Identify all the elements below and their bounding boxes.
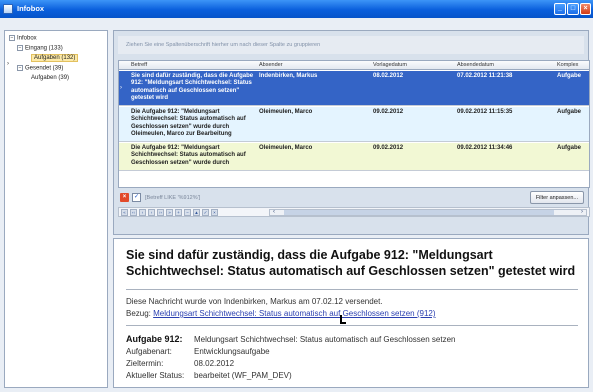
scrollbar-thumb[interactable] (284, 210, 554, 215)
minimize-icon[interactable]: _ (554, 3, 566, 15)
clear-filter-icon[interactable]: × (120, 193, 129, 202)
close-icon[interactable]: × (580, 3, 591, 15)
insert-record-icon[interactable]: + (175, 209, 182, 216)
preview-subject: Sie sind dafür zuständig, dass die Aufga… (126, 248, 576, 278)
table-row[interactable]: › Sie sind dafür zuständig, dass die Auf… (119, 71, 589, 106)
customize-filter-button[interactable]: Filter anpassen... (529, 191, 584, 204)
scroll-left-icon[interactable]: ‹ (273, 209, 275, 215)
prev-record-icon[interactable]: ‹ (139, 209, 146, 216)
tree-item-sent-tasks[interactable]: Aufgaben (39) (31, 75, 69, 81)
tree-item-inbox-tasks[interactable]: Aufgaben (132) (31, 54, 79, 62)
reference-line: Bezug: Meldungsart Schichtwechsel: Statu… (126, 309, 436, 318)
sent-info: Diese Nachricht wurde von Indenbirken, M… (126, 297, 383, 306)
group-by-area[interactable]: Ziehen Sie eine Spaltenüberschrift hierh… (118, 36, 584, 54)
status-value: bearbeitet (WF_PAM_DEV) (194, 371, 292, 380)
column-header-absendedatum[interactable]: Absendedatum (457, 62, 494, 68)
next-page-icon[interactable]: ›› (157, 209, 164, 216)
collapse-icon[interactable]: − (9, 35, 15, 41)
filter-expression: [Betreff LIKE '%912%'] (145, 195, 201, 201)
type-value: Entwicklungsaufgabe (194, 347, 270, 356)
first-record-icon[interactable]: « (121, 209, 128, 216)
column-header-absender[interactable]: Absender (259, 62, 283, 68)
horizontal-scrollbar[interactable]: ‹ › (269, 209, 587, 216)
due-value: 08.02.2012 (194, 359, 235, 368)
filter-bar: × ✓ [Betreff LIKE '%912%'] Filter anpass… (118, 191, 590, 205)
message-grid: Betreff Absender Vorlagedatum Absendedat… (118, 60, 590, 188)
mouse-cursor-icon (340, 315, 346, 324)
row-pointer-icon: › (120, 85, 122, 91)
table-row[interactable]: Die Aufgabe 912: "Meldungsart Schichtwec… (119, 143, 589, 171)
cancel-edit-icon[interactable]: × (211, 209, 218, 216)
folder-tree: › − Infobox − Eingang (133) Aufgaben (132)… (4, 30, 108, 388)
collapse-icon[interactable]: − (17, 45, 23, 51)
scroll-right-icon[interactable]: › (581, 209, 583, 215)
task-value: Meldungsart Schichtwechsel: Status autom… (194, 335, 456, 344)
type-label: Aufgabenart: (126, 347, 172, 356)
reference-link[interactable]: Meldungsart Schichtwechsel: Status autom… (153, 309, 435, 318)
message-preview: Sie sind dafür zuständig, dass die Aufga… (113, 238, 589, 388)
collapse-icon[interactable]: − (17, 65, 23, 71)
task-label: Aufgabe 912: (126, 334, 183, 344)
next-record-icon[interactable]: › (148, 209, 155, 216)
due-label: Zieltermin: (126, 359, 164, 368)
column-header-vorlagedatum[interactable]: Vorlagedatum (373, 62, 407, 68)
edit-record-icon[interactable]: ▲ (193, 209, 200, 216)
table-row[interactable]: Die Aufgabe 912: "Meldungsart Schichtwec… (119, 107, 589, 142)
delete-record-icon[interactable]: − (184, 209, 191, 216)
save-record-icon[interactable]: ✓ (202, 209, 209, 216)
divider (126, 325, 578, 326)
status-label: Aktueller Status: (126, 371, 185, 380)
record-navigator: « ‹‹ ‹ › ›› » + − ▲ ✓ × ‹ › (118, 207, 590, 217)
column-header-betreff[interactable]: Betreff (131, 62, 147, 68)
grid-panel: Ziehen Sie eine Spaltenüberschrift hierh… (113, 30, 590, 235)
tree-arrow-icon: › (7, 61, 9, 67)
last-record-icon[interactable]: » (166, 209, 173, 216)
tree-item-inbox[interactable]: − Eingang (133) (17, 45, 63, 52)
maximize-icon[interactable]: □ (567, 3, 579, 15)
tree-item-infobox[interactable]: − Infobox (9, 35, 37, 42)
main-area: Ziehen Sie eine Spaltenüberschrift hierh… (113, 22, 590, 388)
divider (126, 289, 578, 290)
grid-header: Betreff Absender Vorlagedatum Absendedat… (119, 61, 589, 70)
filter-checkbox-icon[interactable]: ✓ (132, 193, 141, 202)
window-title: Infobox (17, 4, 45, 13)
title-bar: Infobox _ □ × (0, 0, 593, 18)
prev-page-icon[interactable]: ‹‹ (130, 209, 137, 216)
window-icon (3, 4, 13, 14)
column-header-komplex[interactable]: Komplex (557, 62, 578, 68)
tree-item-sent[interactable]: − Gesendet (39) (17, 65, 63, 72)
